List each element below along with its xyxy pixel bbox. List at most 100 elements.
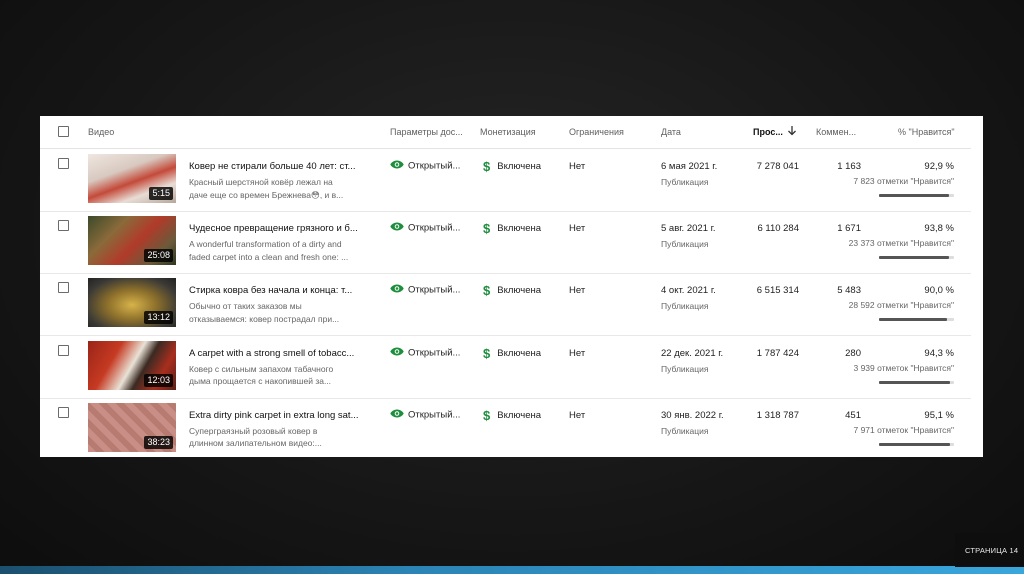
views-value: 6 515 314 (756, 285, 799, 297)
comments-value: 1 163 (837, 161, 861, 172)
video-description: A wonderful transformation of a dirty an… (189, 238, 361, 263)
duration-badge: 38:23 (144, 435, 173, 449)
table-header: Видео Параметры дос... Монетизация Огран… (40, 116, 971, 149)
row-checkbox[interactable] (58, 406, 69, 418)
sort-down-arrow-icon[interactable] (787, 125, 797, 138)
row-checkbox[interactable] (58, 282, 69, 294)
header-likes[interactable]: % "Нравится" (898, 127, 955, 137)
like-ratio-fill (879, 380, 950, 384)
like-count: 7 971 отметок "Нравится" (853, 424, 954, 435)
table-row[interactable]: 5:15 Ковер не стирали больше 40 лет: ст.… (40, 149, 971, 212)
comments-value: 5 483 (837, 285, 861, 297)
video-title[interactable]: A carpet with a strong smell of tobacc..… (189, 348, 361, 359)
like-ratio-bar (879, 318, 954, 322)
table-row[interactable]: 13:12 Стирка ковра без начала и конца: т… (40, 273, 971, 337)
views-value: 1 318 787 (756, 409, 799, 421)
like-ratio-fill (879, 442, 951, 446)
visibility-label: Открытый... (408, 409, 461, 421)
monetization-cell[interactable]: $ Включена (483, 221, 541, 236)
like-percent: 93,8 % (924, 223, 954, 235)
date-status: Публикация (661, 425, 709, 436)
row-checkbox[interactable] (58, 158, 69, 169)
like-ratio-bar (879, 194, 954, 197)
video-thumbnail[interactable]: 5:15 (88, 154, 176, 203)
duration-badge: 12:03 (144, 373, 173, 387)
dollar-icon: $ (483, 407, 491, 423)
row-checkbox[interactable] (58, 220, 69, 232)
table-row[interactable]: 25:08 Чудесное превращение грязного и б.… (40, 211, 971, 275)
date-status: Публикация (661, 363, 709, 374)
header-restrictions[interactable]: Ограничения (569, 127, 624, 137)
date-status: Публикация (661, 239, 709, 250)
video-description: Суперграязный розовый ковер в длинном за… (189, 425, 361, 450)
like-percent: 92,9 % (924, 161, 954, 172)
comments-value: 280 (845, 347, 861, 359)
restrictions-value: Нет (569, 347, 586, 359)
monetization-label: Включена (497, 409, 542, 421)
like-ratio-bar (879, 256, 954, 260)
monetization-cell[interactable]: $ Включена (483, 346, 541, 361)
video-thumbnail[interactable]: 38:23 (88, 402, 176, 452)
like-percent: 95,1 % (924, 409, 954, 421)
header-comments[interactable]: Коммен... (816, 127, 856, 137)
description-line: Красный шерстяной ковёр лежал на (189, 177, 333, 187)
monetization-cell[interactable]: $ Включена (483, 283, 541, 298)
monetization-cell[interactable]: $ Включена (483, 159, 541, 174)
monetization-label: Включена (497, 161, 542, 173)
row-checkbox[interactable] (58, 344, 69, 356)
restrictions-value: Нет (569, 409, 586, 421)
date-value: 5 авг. 2021 г. (661, 223, 716, 235)
header-visibility[interactable]: Параметры дос... (390, 127, 463, 137)
views-value: 1 787 424 (756, 347, 799, 359)
visibility-cell[interactable]: Открытый... (390, 409, 460, 421)
description-line: дыма прощается с накопившей за... (189, 376, 332, 387)
visibility-cell[interactable]: Открытый... (390, 222, 460, 234)
video-title[interactable]: Ковер не стирали больше 40 лет: ст... (189, 161, 361, 172)
header-monetization[interactable]: Монетизация (480, 127, 536, 137)
visibility-cell[interactable]: Открытый... (390, 284, 460, 296)
like-ratio-fill (879, 194, 949, 197)
video-description: Обычно от таких заказов мы отказываемся:… (189, 300, 361, 325)
restrictions-value: Нет (569, 223, 586, 235)
header-date[interactable]: Дата (661, 127, 681, 137)
date-status: Публикация (661, 177, 709, 187)
eye-icon (390, 284, 404, 296)
table-row[interactable]: 12:03 A carpet with a strong smell of to… (40, 336, 971, 399)
restrictions-value: Нет (569, 161, 586, 172)
page-number: СТРАНИЦА 14 (965, 546, 1019, 555)
comments-value: 451 (845, 409, 861, 421)
date-value: 30 янв. 2022 г. (661, 409, 724, 421)
video-thumbnail[interactable]: 13:12 (88, 278, 176, 328)
eye-icon (390, 409, 404, 421)
video-title[interactable]: Extra dirty pink carpet in extra long sa… (189, 410, 361, 421)
dollar-icon: $ (483, 345, 491, 361)
visibility-cell[interactable]: Открытый... (390, 160, 460, 172)
video-thumbnail[interactable]: 25:08 (88, 216, 176, 266)
visibility-label: Открытый... (408, 222, 461, 234)
description-line: Обычно от таких заказов мы (189, 301, 302, 312)
select-all-checkbox[interactable] (58, 126, 69, 137)
description-line: отказываемся: ковер пострадал при... (189, 313, 340, 324)
visibility-cell[interactable]: Открытый... (390, 347, 460, 359)
visibility-label: Открытый... (408, 284, 461, 296)
video-title[interactable]: Стирка ковра без начала и конца: т... (189, 285, 361, 296)
monetization-label: Включена (497, 223, 542, 235)
table-row[interactable]: 38:23 Extra dirty pink carpet in extra l… (40, 398, 971, 457)
header-video[interactable]: Видео (88, 127, 114, 137)
like-count: 3 939 отметок "Нравится" (853, 362, 954, 373)
video-title[interactable]: Чудесное превращение грязного и б... (189, 223, 361, 234)
views-value: 7 278 041 (756, 161, 799, 172)
description-line: Ковер с сильным запахом табачного (189, 363, 334, 374)
duration-badge: 5:15 (149, 187, 173, 200)
monetization-label: Включена (497, 285, 542, 297)
header-views[interactable]: Прос... (753, 127, 783, 137)
monetization-cell[interactable]: $ Включена (483, 408, 541, 423)
comments-value: 1 671 (837, 223, 861, 235)
video-thumbnail[interactable]: 12:03 (88, 340, 176, 390)
dollar-icon: $ (483, 159, 491, 174)
video-description: Красный шерстяной ковёр лежал на даче ещ… (189, 176, 361, 201)
like-percent: 94,3 % (924, 347, 954, 359)
like-ratio-bar (879, 442, 954, 446)
duration-badge: 13:12 (144, 311, 173, 325)
views-value: 6 110 284 (757, 223, 799, 235)
